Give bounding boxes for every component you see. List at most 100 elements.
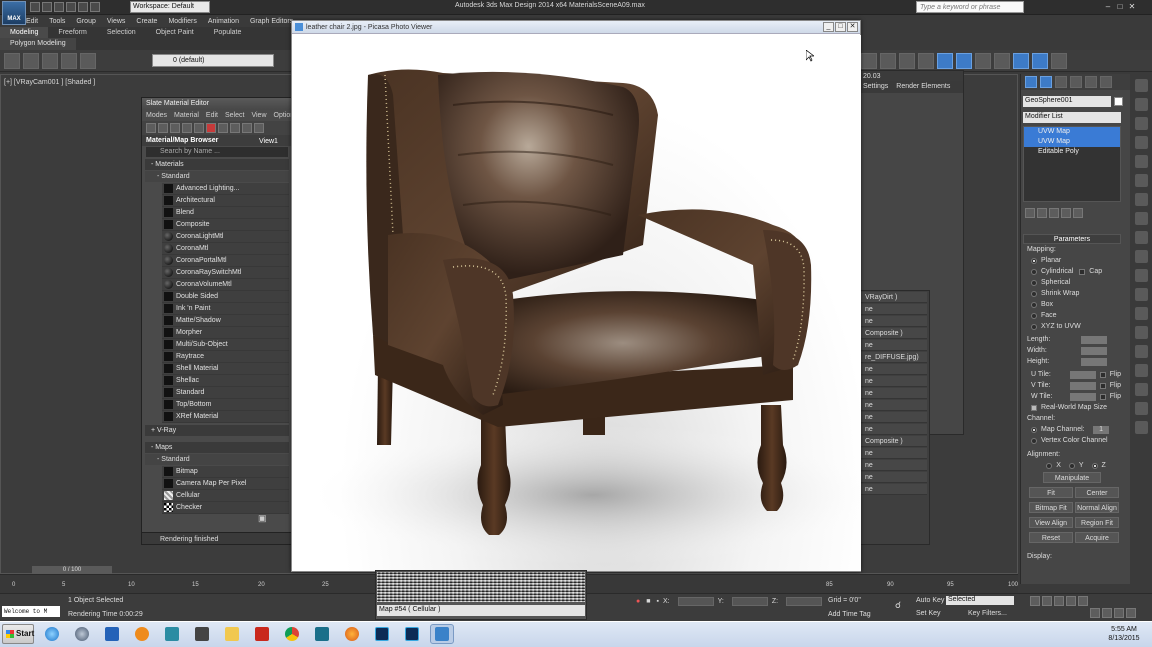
node-list-row[interactable]: ne (861, 316, 927, 327)
taskbar-picasa-icon[interactable] (430, 624, 454, 644)
tab-populate[interactable]: Populate (204, 27, 252, 38)
selection-lock-icon[interactable]: ■ (646, 598, 650, 605)
taskbar-app-icon[interactable] (190, 624, 214, 644)
key-selection-dropdown[interactable]: Selected (946, 596, 1014, 605)
tile-spinner[interactable] (1069, 381, 1096, 390)
goto-start-icon[interactable] (1030, 596, 1040, 606)
material-item[interactable]: Raytrace (162, 351, 289, 363)
material-item[interactable]: CoronaLightMtl (162, 231, 289, 243)
slate-menu-edit[interactable]: Edit (206, 112, 218, 119)
workspace-dropdown[interactable]: Workspace: Default (130, 1, 210, 13)
taskbar-acrobat-icon[interactable] (250, 624, 274, 644)
assign-material-icon[interactable] (182, 123, 192, 133)
node-list-row[interactable]: VRayDirt ) (861, 292, 927, 303)
set-key-button[interactable]: Set Key (916, 610, 941, 617)
binoculars-icon[interactable]: ▣ (258, 513, 267, 524)
menu-create[interactable]: Create (136, 18, 157, 25)
background-icon[interactable] (242, 123, 252, 133)
picasa-close-icon[interactable]: ✕ (847, 22, 858, 32)
dimension-spinner[interactable] (1081, 335, 1107, 344)
flip-checkbox[interactable] (1099, 371, 1106, 378)
picasa-maximize-icon[interactable]: □ (835, 22, 846, 32)
real-world-map-size[interactable]: Real-World Map Size (1023, 402, 1121, 413)
menu-graph-editors[interactable]: Graph Editors (250, 18, 293, 25)
move-children-icon[interactable] (194, 123, 204, 133)
view-align-button[interactable]: View Align (1029, 517, 1073, 528)
schematic-view-icon[interactable] (918, 52, 934, 69)
x-coordinate-field[interactable] (677, 597, 714, 606)
application-menu-button[interactable]: MAX (2, 1, 26, 25)
orbit-icon[interactable] (1114, 608, 1124, 618)
bind-icon[interactable] (42, 52, 58, 69)
pick-material-icon[interactable] (158, 123, 168, 133)
menu-views[interactable]: Views (107, 18, 126, 25)
delete-icon[interactable] (206, 123, 216, 133)
material-item[interactable]: Matte/Shadow (162, 315, 289, 327)
node-list-row[interactable]: ne (861, 448, 927, 459)
node-list-row[interactable]: ne (861, 340, 927, 351)
node-list-row[interactable]: ne (861, 376, 927, 387)
layer-icon[interactable] (80, 52, 96, 69)
mapping-radio[interactable] (1031, 290, 1037, 297)
rotate-icon[interactable] (1135, 117, 1148, 130)
material-item[interactable]: CoronaPortalMtl (162, 255, 289, 267)
prev-frame-icon[interactable] (1042, 596, 1052, 606)
shirt-icon[interactable] (1135, 345, 1148, 358)
mapping-option[interactable]: Box (1023, 299, 1121, 310)
open-icon[interactable] (42, 2, 52, 12)
xref-icon[interactable] (1135, 402, 1148, 415)
tab-object-paint[interactable]: Object Paint (146, 27, 204, 38)
mapping-radio[interactable] (1031, 257, 1037, 264)
rendered-frame-icon[interactable] (975, 52, 991, 69)
axis-x-radio[interactable] (1046, 462, 1053, 469)
play-icon[interactable] (1054, 596, 1064, 606)
project-icon[interactable] (90, 2, 100, 12)
taskbar-outlook-icon[interactable] (100, 624, 124, 644)
taskbar-3dsmax-icon[interactable] (160, 624, 184, 644)
menu-edit[interactable]: Edit (26, 18, 38, 25)
node-list-row[interactable]: Composite ) (861, 328, 927, 339)
relative-coord-icon[interactable]: ▪ (656, 598, 658, 605)
mapping-option[interactable]: XYZ to UVW (1023, 321, 1121, 332)
maximize-viewport-icon[interactable] (1126, 608, 1136, 618)
standard-maps-group[interactable]: - Standard (145, 454, 289, 465)
tile-spinner[interactable] (1069, 392, 1096, 401)
goto-end-icon[interactable] (1078, 596, 1088, 606)
lights-cameras-icon[interactable] (1135, 231, 1148, 244)
box-icon[interactable] (1135, 174, 1148, 187)
tab-render-elements[interactable]: Render Elements (892, 81, 954, 93)
hair-icon[interactable] (1135, 383, 1148, 396)
maps-category[interactable]: - Maps (145, 442, 289, 453)
materials-category[interactable]: - Materials (145, 159, 289, 170)
teapot-render-icon[interactable] (1051, 52, 1067, 69)
map-item[interactable]: Checker (162, 502, 289, 514)
slate-menu-view[interactable]: View (251, 112, 266, 119)
map-item[interactable]: Camera Map Per Pixel (162, 478, 289, 490)
node-list-row[interactable]: ne (861, 412, 927, 423)
material-item[interactable]: XRef Material (162, 411, 289, 423)
pan-icon[interactable] (1102, 608, 1112, 618)
light-icon[interactable] (1135, 155, 1148, 168)
material-item[interactable]: Blend (162, 207, 289, 219)
vray-category[interactable]: + V-Ray (145, 425, 289, 436)
redo-icon[interactable] (78, 2, 88, 12)
vertex-color-row[interactable]: Vertex Color Channel (1023, 435, 1121, 446)
map-item[interactable]: Cellular (162, 490, 289, 502)
taskbar-3dsmax-2-icon[interactable] (310, 624, 334, 644)
material-item[interactable]: Composite (162, 219, 289, 231)
mapping-radio[interactable] (1031, 301, 1037, 308)
tab-polygon-modeling[interactable]: Polygon Modeling (0, 38, 76, 50)
vray-light-icon[interactable] (1032, 52, 1048, 69)
taskbar-globe-icon[interactable] (70, 624, 94, 644)
menu-group[interactable]: Group (76, 18, 95, 25)
material-item[interactable]: CoronaRaySwitchMtl (162, 267, 289, 279)
taskbar-ie-icon[interactable] (40, 624, 64, 644)
material-item[interactable]: Architectural (162, 195, 289, 207)
system-clock[interactable]: 5:55 AM 8/13/2015 (1098, 625, 1150, 643)
viewport-label[interactable]: [+] [VRayCam001 ] [Shaded ] (4, 79, 95, 86)
layer-manager-icon[interactable] (61, 52, 77, 69)
align-icon[interactable] (861, 52, 877, 69)
tab-selection[interactable]: Selection (97, 27, 146, 38)
mirror-icon[interactable] (880, 52, 896, 69)
maximize-icon[interactable]: □ (1114, 2, 1126, 13)
